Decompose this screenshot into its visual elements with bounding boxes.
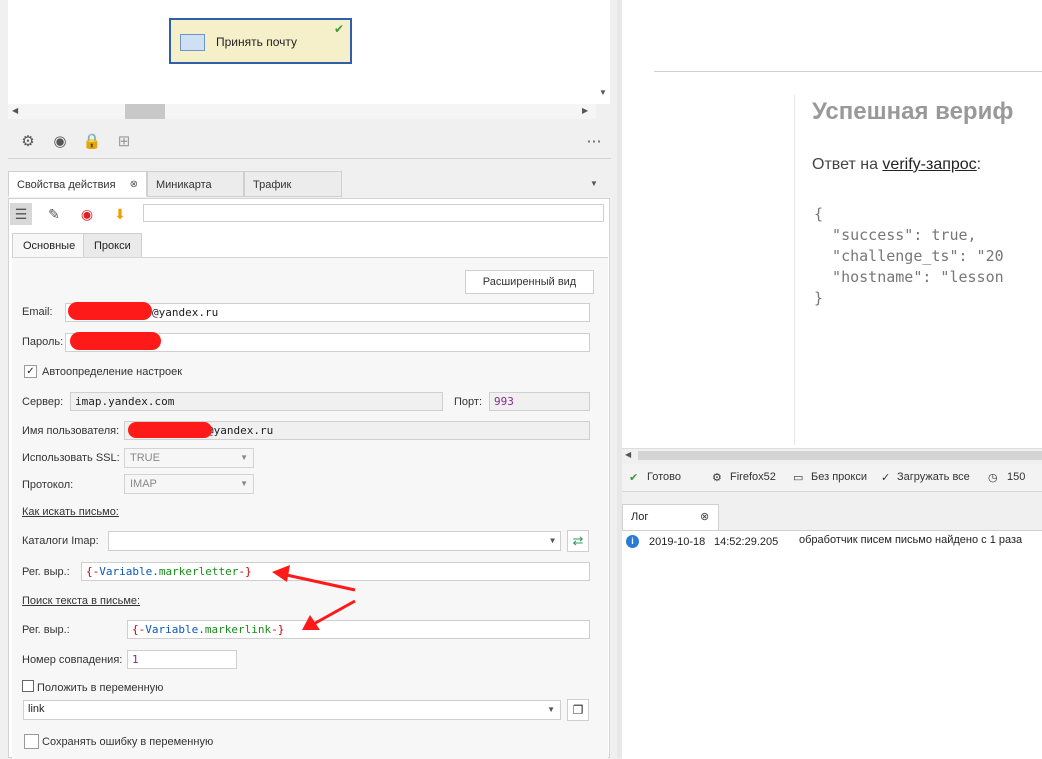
verify-link[interactable]: verify-запрос	[882, 156, 976, 173]
annotation-arrows	[272, 565, 356, 630]
log-date: 2019-10-18	[649, 536, 706, 548]
arrowhead	[272, 565, 290, 582]
status-proxy[interactable]: Без прокси	[811, 471, 867, 483]
page-heading: Успешная вериф	[812, 98, 1014, 125]
paragraph-suffix: :	[976, 156, 982, 173]
browser-icon: ⚙	[712, 472, 722, 484]
info-icon: i	[626, 535, 639, 548]
check-circle-icon: ✓	[881, 472, 891, 484]
log-time: 14:52:29.205	[714, 536, 779, 548]
paragraph-prefix: Ответ на	[812, 156, 883, 173]
status-browser[interactable]: Firefox52	[730, 471, 776, 483]
tab-log[interactable]: Лог ⊗	[622, 504, 719, 530]
browser-status-bar: ✔ Готово ⚙ Firefox52 ▭ Без прокси ✓ Загр…	[622, 464, 1042, 492]
browser-horizontal-scrollbar[interactable]: ◀	[622, 448, 1042, 463]
annotation-arrow	[281, 572, 356, 628]
status-load[interactable]: Загружать все	[897, 471, 970, 483]
log-message: обработчик писем письмо найдено с 1 раза	[799, 534, 1023, 546]
log-tab-label: Лог	[631, 511, 649, 523]
scrollbar-thumb	[638, 451, 1042, 460]
page-paragraph: Ответ на verify-запрос:	[812, 156, 981, 174]
page-column-line	[794, 95, 795, 445]
monitor-icon: ▭	[793, 472, 804, 484]
status-timeout[interactable]: 150	[1007, 471, 1025, 483]
json-code-block: { "success": true, "challenge_ts": "20 "…	[814, 205, 1004, 307]
clock-icon: ◷	[988, 472, 998, 484]
log-panel: i 2019-10-18 14:52:29.205 обработчик пис…	[622, 530, 1042, 759]
ready-check-icon: ✔	[629, 472, 639, 484]
status-ready: Готово	[647, 471, 681, 483]
page-divider	[654, 71, 1042, 72]
close-icon[interactable]: ⊗	[700, 510, 709, 523]
